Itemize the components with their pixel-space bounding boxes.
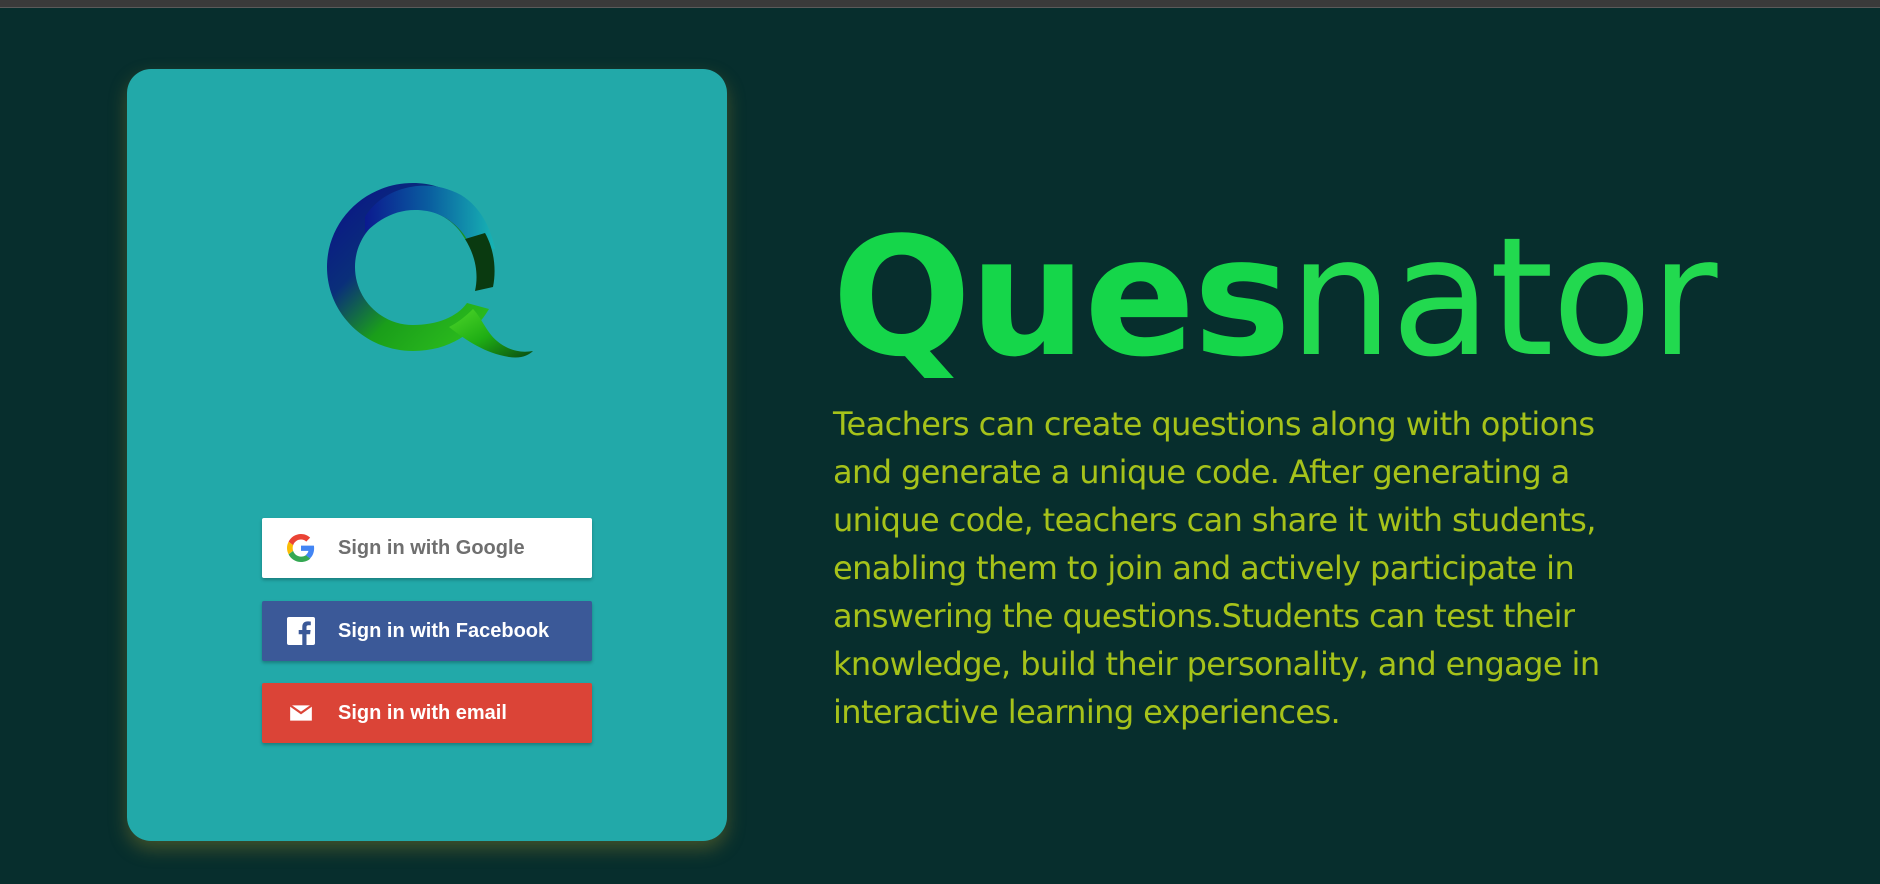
email-sign-in-button[interactable]: Sign in with email	[262, 683, 592, 743]
app-title: Quesnator	[832, 208, 1718, 388]
facebook-sign-in-button[interactable]: Sign in with Facebook	[262, 601, 592, 661]
window-top-bar	[0, 0, 1880, 8]
quesnator-logo	[327, 183, 533, 358]
google-sign-in-label: Sign in with Google	[338, 536, 525, 559]
envelope-icon	[286, 698, 316, 728]
app-title-light: nator	[1289, 202, 1718, 393]
app-description: Teachers can create questions along with…	[833, 405, 1600, 731]
email-sign-in-label: Sign in with email	[338, 701, 507, 724]
google-g-icon	[286, 533, 316, 563]
facebook-f-icon	[286, 616, 316, 646]
google-sign-in-button[interactable]: Sign in with Google	[262, 518, 592, 578]
app-title-bold: Ques	[832, 202, 1291, 393]
facebook-sign-in-label: Sign in with Facebook	[338, 619, 550, 642]
login-card: Sign in with Google Sign in with Faceboo…	[127, 69, 727, 841]
